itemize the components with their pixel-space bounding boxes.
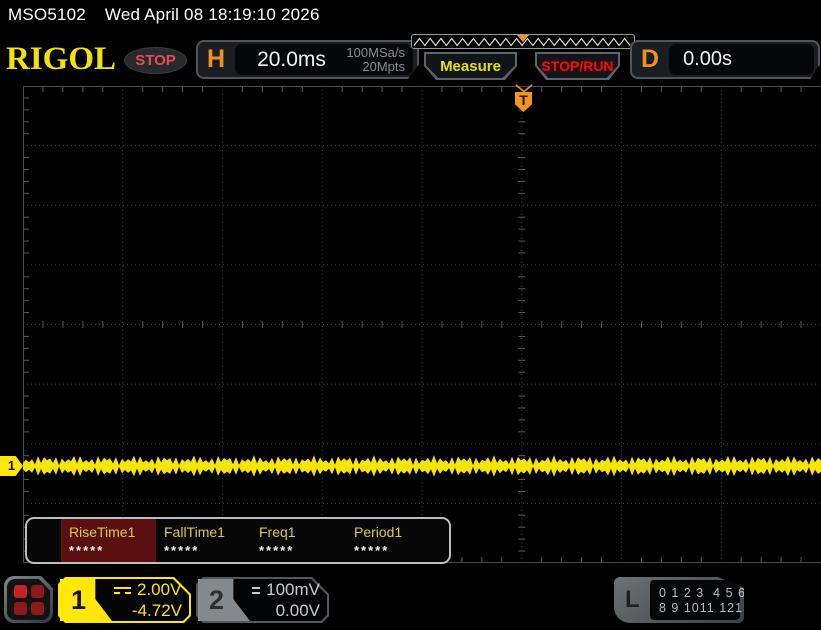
timebase-value: 20.0ms [257,47,326,71]
menu-grid-button[interactable] [4,576,53,623]
delay-value: 0.00s [683,48,732,70]
channel2-offset: 0.00V [275,601,320,620]
logic-channel-numbers: 0 1 2 3 4 5 6 7 8 9 1011 12131415 [650,580,744,620]
trigger-hollow-arrow-icon [515,84,533,93]
memory-depth: 20Mpts [362,58,405,74]
sample-rate: 100MSa/s [346,44,405,60]
h-label: H [207,45,226,73]
sample-rate-depth: 100MSa/s 20Mpts [346,46,413,73]
horizontal-timebase-panel[interactable]: H 20.0ms 100MSa/s 20Mpts [196,40,419,79]
menu-grid-icon [7,579,50,620]
d-label: D [641,45,660,73]
channel1-scale: 2.00V [137,580,182,599]
channel1-level-marker[interactable]: 1 [0,456,23,476]
dc-coupling-icon [252,586,261,594]
measurement-freq[interactable]: Freq1 ***** [251,519,346,562]
measurement-risetime[interactable]: RiseTime1 ***** [61,519,156,562]
channel2-badge[interactable]: 2 100mV 0.00V [196,577,329,623]
measure-button[interactable]: Measure [424,52,517,80]
measurement-panel: RiseTime1 ***** FallTime1 ***** Freq1 **… [25,517,451,564]
bottom-bar: 1 2.00V -4.72V 2 100mV 0.00V L 0 1 2 3 4… [0,570,821,630]
waveform-overview-strip[interactable] [411,34,635,49]
model-name: MSO5102 [8,5,86,24]
overview-trigger-position-icon[interactable] [517,35,529,42]
channel1-badge[interactable]: 1 2.00V -4.72V [58,577,191,623]
logic-analyzer-badge[interactable]: L 0 1 2 3 4 5 6 7 8 9 1011 12131415 [614,577,744,623]
logic-label: L [625,586,640,613]
channel1-trace [23,455,821,477]
status-bar: MSO5102 Wed April 08 18:19:10 2026 [0,0,821,30]
measurement-period[interactable]: Period1 ***** [346,519,441,562]
acquisition-status-badge: STOP [124,47,187,74]
stop-run-button[interactable]: STOP/RUN [535,52,620,80]
measurement-falltime[interactable]: FallTime1 ***** [156,519,251,562]
channel1-offset: -4.72V [131,601,182,620]
trigger-delay-panel[interactable]: D 0.00s [630,40,820,79]
graticule [23,86,821,563]
rigol-logo: RIGOL [6,41,117,77]
dc-coupling-icon [114,586,131,594]
channel2-scale: 100mV [266,580,320,599]
datetime: Wed April 08 18:19:10 2026 [104,5,320,24]
